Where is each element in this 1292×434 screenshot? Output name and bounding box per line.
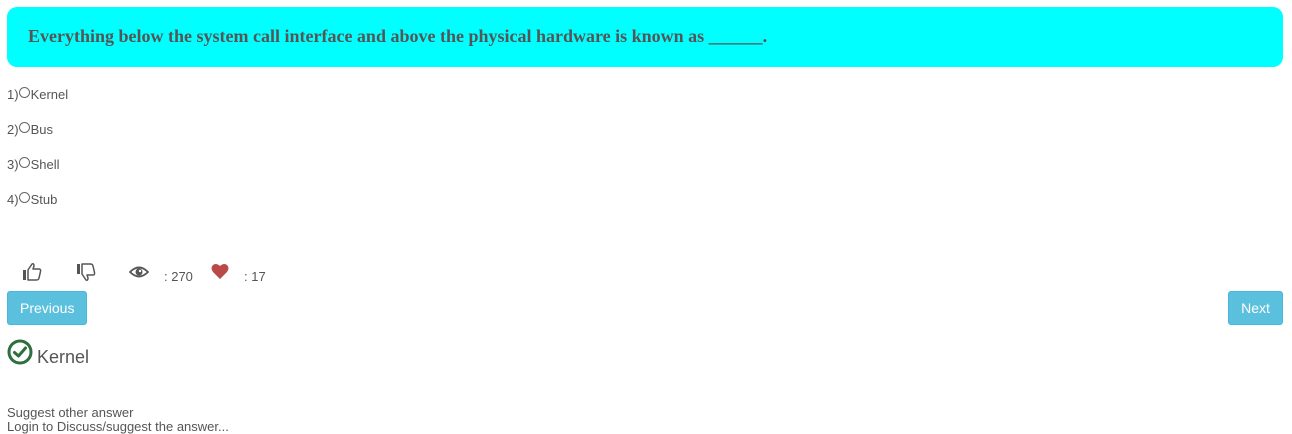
suggest-answer-link[interactable]: Suggest other answer: [7, 405, 133, 420]
option-label: Kernel: [30, 87, 69, 102]
option-label: Stub: [30, 192, 58, 207]
question-box: Everything below the system call interfa…: [7, 7, 1283, 67]
option-label: Bus: [30, 122, 53, 137]
heart-icon[interactable]: [211, 263, 229, 283]
next-button[interactable]: Next: [1228, 291, 1283, 325]
option-radio[interactable]: [18, 192, 30, 203]
options-list: 1) Kernel 2) Bus 3) Shell 4) Stub: [7, 87, 68, 227]
option-2[interactable]: 2) Bus: [7, 122, 68, 157]
question-text: Everything below the system call interfa…: [28, 26, 768, 46]
option-4[interactable]: 4) Stub: [7, 192, 68, 227]
eye-icon: [128, 263, 150, 284]
option-radio[interactable]: [18, 87, 30, 98]
correct-answer: Kernel: [7, 339, 90, 370]
answer-label: Kernel: [37, 346, 90, 367]
option-label: Shell: [30, 157, 60, 172]
check-circle-icon: [7, 339, 33, 370]
option-radio[interactable]: [18, 122, 30, 133]
option-number: 3): [7, 157, 19, 172]
option-1[interactable]: 1) Kernel: [7, 87, 68, 122]
login-discuss-link[interactable]: Login to Discuss/suggest the answer...: [7, 419, 229, 434]
previous-button[interactable]: Previous: [7, 291, 87, 325]
option-number: 2): [7, 122, 19, 137]
option-number: 4): [7, 192, 19, 207]
likes-count: : 17: [244, 269, 266, 284]
option-radio[interactable]: [18, 157, 30, 168]
thumbs-down-icon[interactable]: [76, 262, 96, 285]
option-number: 1): [7, 87, 19, 102]
views-count: : 270: [164, 269, 193, 284]
option-3[interactable]: 3) Shell: [7, 157, 68, 192]
thumbs-up-icon[interactable]: [22, 262, 42, 285]
